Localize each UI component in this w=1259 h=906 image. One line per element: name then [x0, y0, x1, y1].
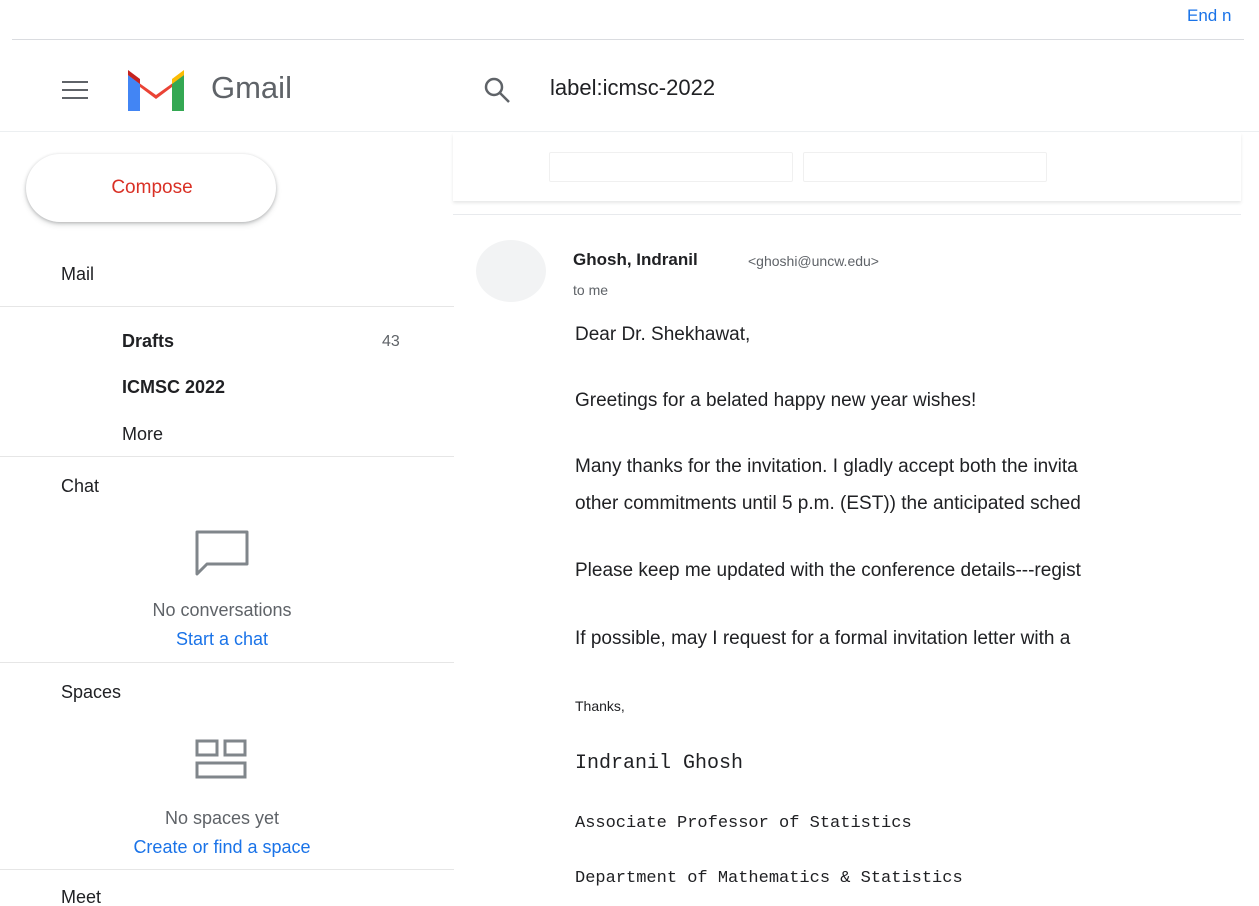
toolbar [453, 133, 1241, 201]
mail-divider [0, 306, 454, 307]
message-line: other commitments until 5 p.m. (EST)) th… [575, 493, 1081, 514]
menu-icon[interactable] [62, 81, 88, 99]
signature-name: Indranil Ghosh [575, 752, 744, 775]
start-chat-link[interactable]: Start a chat [0, 629, 444, 650]
toolbar-chip[interactable] [803, 152, 1047, 182]
signature-title: Associate Professor of Statistics [575, 814, 912, 833]
gmail-logo-icon[interactable] [124, 65, 188, 113]
chat-section-label: Chat [61, 476, 100, 496]
spaces-empty-text: No spaces yet [164, 808, 280, 828]
spaces-section-label: Spaces [61, 682, 122, 702]
chat-bubble-icon [195, 530, 249, 576]
chat-empty-text: No conversations [152, 600, 292, 620]
message-line: Please keep me updated with the conferen… [575, 560, 1081, 581]
message-line: If possible, may I request for a formal … [575, 628, 1071, 649]
chat-divider [0, 456, 454, 457]
message-closing: Thanks, [575, 698, 625, 714]
app-name: Gmail [211, 70, 292, 105]
recipient-label[interactable]: to me [573, 282, 608, 298]
mail-section-label: Mail [61, 264, 95, 284]
toolbar-chip[interactable] [549, 152, 793, 182]
sender-avatar[interactable] [476, 240, 546, 302]
spaces-grid-icon [195, 739, 247, 779]
meet-section-label: Meet [61, 887, 102, 906]
sidebar-item-drafts[interactable]: Drafts [122, 331, 174, 352]
header-divider [0, 131, 1259, 132]
drafts-count: 43 [382, 333, 400, 350]
signature-department: Department of Mathematics & Statistics [575, 869, 963, 888]
sender-email: <ghoshi@uncw.edu> [748, 253, 879, 269]
top-link[interactable]: End n [1187, 6, 1231, 26]
compose-button[interactable]: Compose [26, 154, 276, 222]
spaces-divider [0, 662, 454, 663]
main-divider [453, 214, 1241, 215]
sender-name[interactable]: Ghosh, Indranil [573, 250, 698, 270]
search-icon[interactable] [482, 75, 512, 105]
meet-divider [0, 869, 454, 870]
message-greeting: Dear Dr. Shekhawat, [575, 324, 751, 345]
sidebar-item-more[interactable]: More [122, 424, 163, 445]
message-line: Greetings for a belated happy new year w… [575, 390, 977, 411]
message-line: Many thanks for the invitation. I gladly… [575, 456, 1078, 477]
header: Gmail label:icmsc-2022 [0, 40, 1259, 132]
create-space-link[interactable]: Create or find a space [0, 837, 444, 858]
sidebar-item-icmsc-2022[interactable]: ICMSC 2022 [122, 377, 225, 398]
search-input[interactable]: label:icmsc-2022 [550, 75, 715, 101]
